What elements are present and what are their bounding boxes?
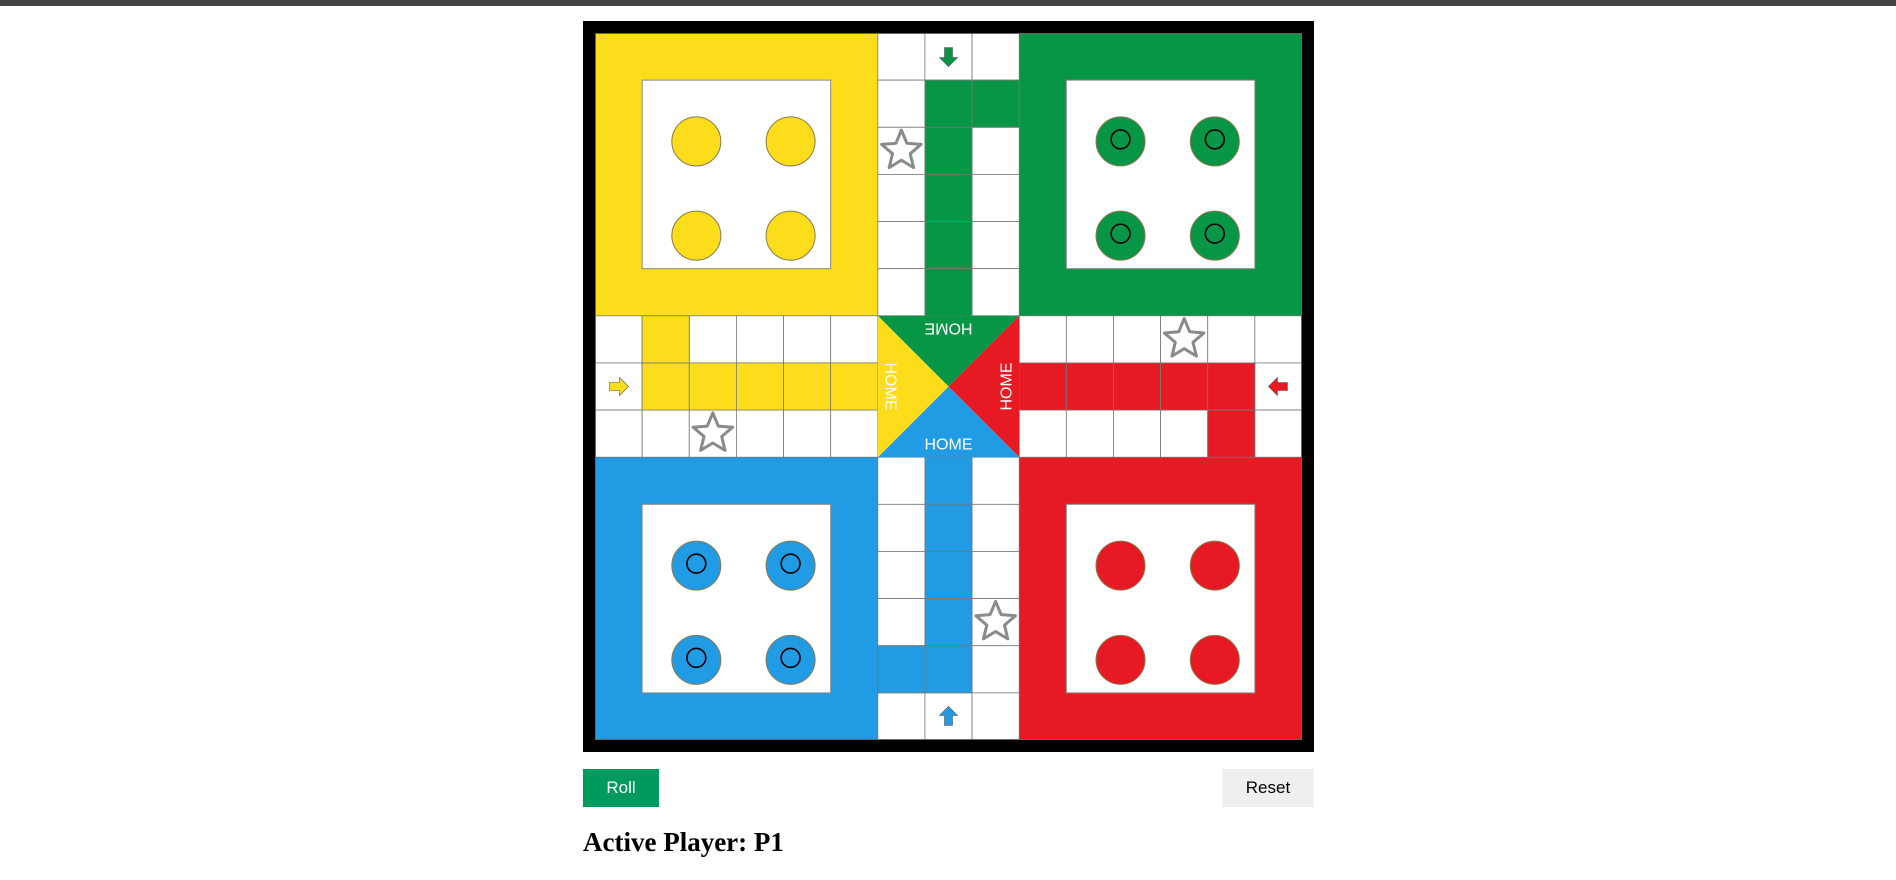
green-lane-cell [924,221,973,270]
red-token-4[interactable] [1189,634,1240,685]
red-token-3[interactable] [1095,634,1146,685]
green-lane-cell [924,173,973,222]
track-cell [971,173,1020,222]
roll-button[interactable]: Roll [583,769,659,807]
yellow-token-1[interactable] [671,116,722,167]
track-cell [877,268,926,317]
track-cell [783,315,832,364]
blue-token-4[interactable] [765,634,816,685]
blue-token-1[interactable] [671,540,722,591]
active-player-status: Active Player: P1 [583,827,784,857]
reset-button[interactable]: Reset [1222,769,1314,807]
red-lane-cell [1113,362,1162,411]
track-cell [1065,315,1114,364]
ludo-board: HOME HOME HOME HOME [595,33,1302,740]
track-cell [971,456,1020,505]
red-lane-cell [1065,362,1114,411]
yellow-lane-cell [830,362,879,411]
green-lane-cell [924,268,973,317]
track-cell [1207,315,1256,364]
yellow-token-3[interactable] [671,210,722,261]
track-cell [1113,409,1162,458]
blue-token-3[interactable] [671,634,722,685]
red-start-cell [1207,409,1256,458]
track-cell [1160,409,1209,458]
track-cell [877,456,926,505]
yellow-lane-cell [783,362,832,411]
track-cell [971,221,1020,270]
yellow-lane-cell [735,362,784,411]
blue-lane-cell [924,551,973,600]
green-lane-cell [924,79,973,128]
yellow-lane-cell [688,362,737,411]
track-cell [971,268,1020,317]
yellow-token-4[interactable] [765,210,816,261]
green-token-4[interactable] [1189,210,1240,261]
blue-home-label: HOME [925,437,973,454]
track-cell [783,409,832,458]
red-token-1[interactable] [1095,540,1146,591]
track-cell [735,409,784,458]
green-token-2[interactable] [1189,116,1240,167]
track-cell [971,692,1020,740]
track-cell [971,551,1020,600]
track-cell [877,33,926,81]
track-cell [830,409,879,458]
track-cell [595,409,643,458]
track-cell [1113,315,1162,364]
track-cell [877,692,926,740]
track-cell [877,598,926,647]
track-cell [688,315,737,364]
red-home-label: HOME [999,363,1016,411]
track-cell [877,79,926,128]
track-cell [1018,315,1067,364]
blue-token-2[interactable] [765,540,816,591]
blue-lane-cell [924,503,973,552]
track-cell [1254,315,1302,364]
yellow-token-2[interactable] [765,116,816,167]
blue-start-cell [877,645,926,694]
track-cell [1065,409,1114,458]
blue-lane-cell [924,645,973,694]
red-lane-cell [1018,362,1067,411]
red-lane-cell [1207,362,1256,411]
red-token-2[interactable] [1189,540,1240,591]
track-cell [595,315,643,364]
track-cell [877,221,926,270]
track-cell [971,33,1020,81]
track-cell [971,645,1020,694]
board-svg: HOME HOME HOME HOME [595,33,1302,740]
track-cell [877,503,926,552]
yellow-start-cell [641,315,690,364]
blue-lane-cell [924,598,973,647]
track-cell [877,551,926,600]
top-bar [0,0,1896,6]
track-cell [971,126,1020,175]
ludo-board-frame: HOME HOME HOME HOME [583,21,1314,752]
yellow-lane-cell [641,362,690,411]
blue-lane-cell [924,456,973,505]
green-token-1[interactable] [1095,116,1146,167]
green-token-3[interactable] [1095,210,1146,261]
track-cell [1254,409,1302,458]
track-cell [735,315,784,364]
green-lane-cell [924,126,973,175]
track-cell [1018,409,1067,458]
green-home-label: HOME [925,319,973,336]
track-cell [971,503,1020,552]
track-cell [641,409,690,458]
track-cell [877,173,926,222]
track-cell [830,315,879,364]
yellow-home-label: HOME [881,363,898,411]
green-start-cell [971,79,1020,128]
red-lane-cell [1160,362,1209,411]
